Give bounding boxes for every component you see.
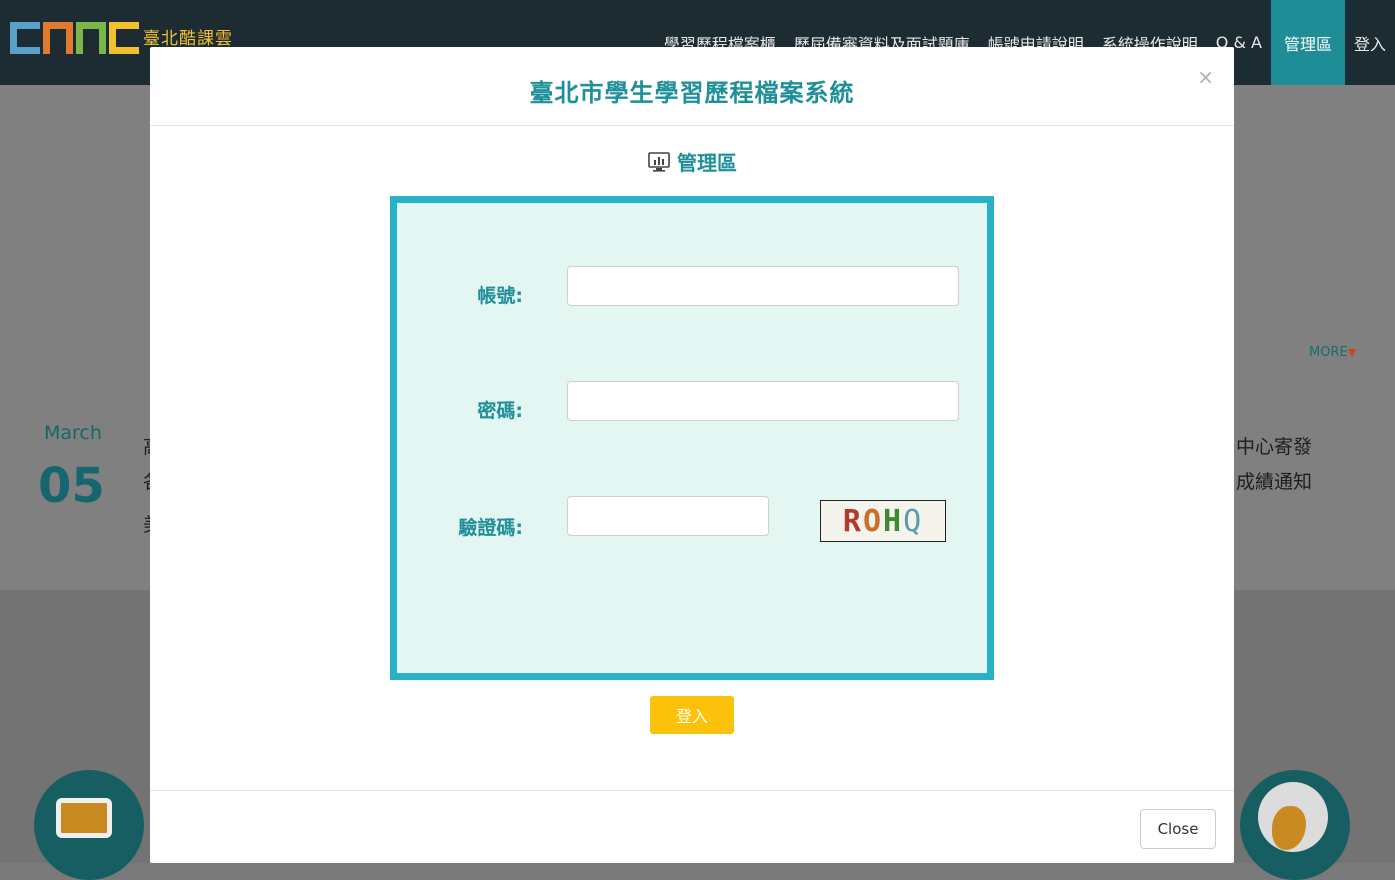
modal-footer-divider: [150, 790, 1234, 791]
login-form-panel: 帳號: 密碼: 驗證碼: ROHQ: [390, 196, 994, 680]
captcha-input[interactable]: [567, 496, 769, 536]
account-input[interactable]: [567, 266, 959, 306]
logo-mark: [10, 22, 139, 54]
password-input[interactable]: [567, 381, 959, 421]
monitor-chart-icon: [647, 151, 671, 178]
news-text-right: 中心寄發: [1236, 436, 1313, 458]
captcha-label: 驗證碼:: [458, 517, 523, 539]
brand-name: 臺北酷課雲: [143, 29, 233, 49]
login-button[interactable]: 登入: [650, 696, 734, 734]
password-label: 密碼:: [477, 400, 523, 422]
login-modal: 臺北市學生學習歷程檔案系統 × 管理區 帳號: 密碼: 驗證碼: ROHQ 登入…: [150, 47, 1234, 863]
news-text-right: 成績通知: [1236, 471, 1313, 493]
modal-title: 臺北市學生學習歷程檔案系統: [529, 79, 855, 107]
nav-item-login[interactable]: 登入: [1345, 31, 1395, 55]
news-date-month: March: [44, 422, 102, 444]
feature-computer-icon[interactable]: [34, 770, 144, 880]
modal-header: 臺北市學生學習歷程檔案系統 ×: [150, 47, 1234, 126]
chevron-down-icon: ▼: [1347, 346, 1357, 359]
captcha-image[interactable]: ROHQ: [820, 500, 946, 542]
news-date-day: 05: [38, 458, 105, 514]
close-button[interactable]: Close: [1140, 809, 1216, 849]
nav-item-admin[interactable]: 管理區: [1270, 0, 1345, 85]
section-title: 管理區: [150, 147, 1234, 178]
close-icon[interactable]: ×: [1197, 65, 1214, 89]
account-label: 帳號:: [477, 285, 523, 307]
feature-globe-icon[interactable]: [1240, 770, 1350, 880]
more-link[interactable]: MORE▼: [1309, 345, 1356, 360]
